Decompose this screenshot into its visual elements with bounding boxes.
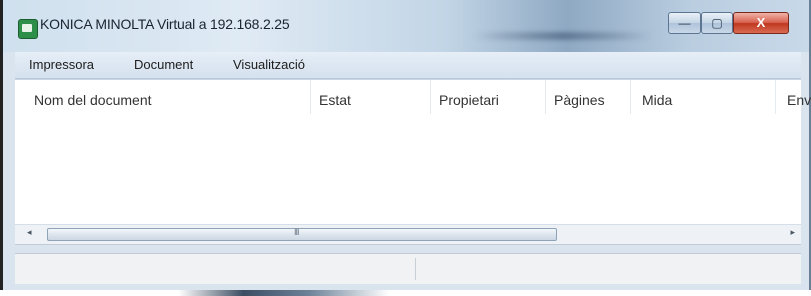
window-title: KONICA MINOLTA Virtual a 192.168.2.25	[40, 16, 290, 32]
menu-visualitzacio[interactable]: Visualització	[233, 57, 305, 72]
column-header-submitted[interactable]: Env	[787, 92, 811, 108]
status-divider	[415, 258, 416, 280]
close-button[interactable]: X	[733, 12, 789, 34]
minimize-button[interactable]: —	[668, 12, 701, 34]
title-bar[interactable]: KONICA MINOLTA Virtual a 192.168.2.25 — …	[3, 0, 809, 52]
menu-document[interactable]: Document	[134, 57, 193, 72]
minimize-icon: —	[678, 16, 691, 30]
column-header-status[interactable]: Estat	[319, 92, 351, 108]
column-divider[interactable]	[310, 80, 311, 114]
menu-impressora[interactable]: Impressora	[29, 57, 94, 72]
column-divider[interactable]	[630, 80, 631, 114]
scroll-left-icon[interactable]: ◂	[27, 227, 32, 238]
window-shadow	[0, 290, 811, 296]
menu-bar: Impressora Document Visualització	[15, 52, 801, 79]
column-divider[interactable]	[545, 80, 546, 114]
close-icon: X	[756, 15, 766, 30]
status-bar	[15, 253, 801, 284]
horizontal-scrollbar[interactable]: ◂ III ▸	[15, 224, 801, 245]
scroll-right-icon[interactable]: ▸	[790, 227, 795, 238]
scrollbar-thumb[interactable]: III	[47, 227, 557, 241]
column-divider[interactable]	[775, 80, 776, 114]
column-header-size[interactable]: Mida	[642, 92, 672, 108]
column-divider[interactable]	[430, 80, 431, 114]
print-queue-window: KONICA MINOLTA Virtual a 192.168.2.25 — …	[0, 0, 811, 290]
printer-icon	[18, 19, 38, 39]
maximize-icon: ▢	[711, 16, 723, 30]
column-header-pages[interactable]: Pàgines	[554, 92, 605, 108]
grip-icon: III	[294, 227, 299, 237]
column-header-owner[interactable]: Propietari	[439, 92, 499, 108]
column-header-document-name[interactable]: Nom del document	[34, 92, 152, 108]
document-list[interactable]: Nom del document Estat Propietari Pàgine…	[15, 79, 811, 225]
maximize-button[interactable]: ▢	[701, 12, 733, 34]
